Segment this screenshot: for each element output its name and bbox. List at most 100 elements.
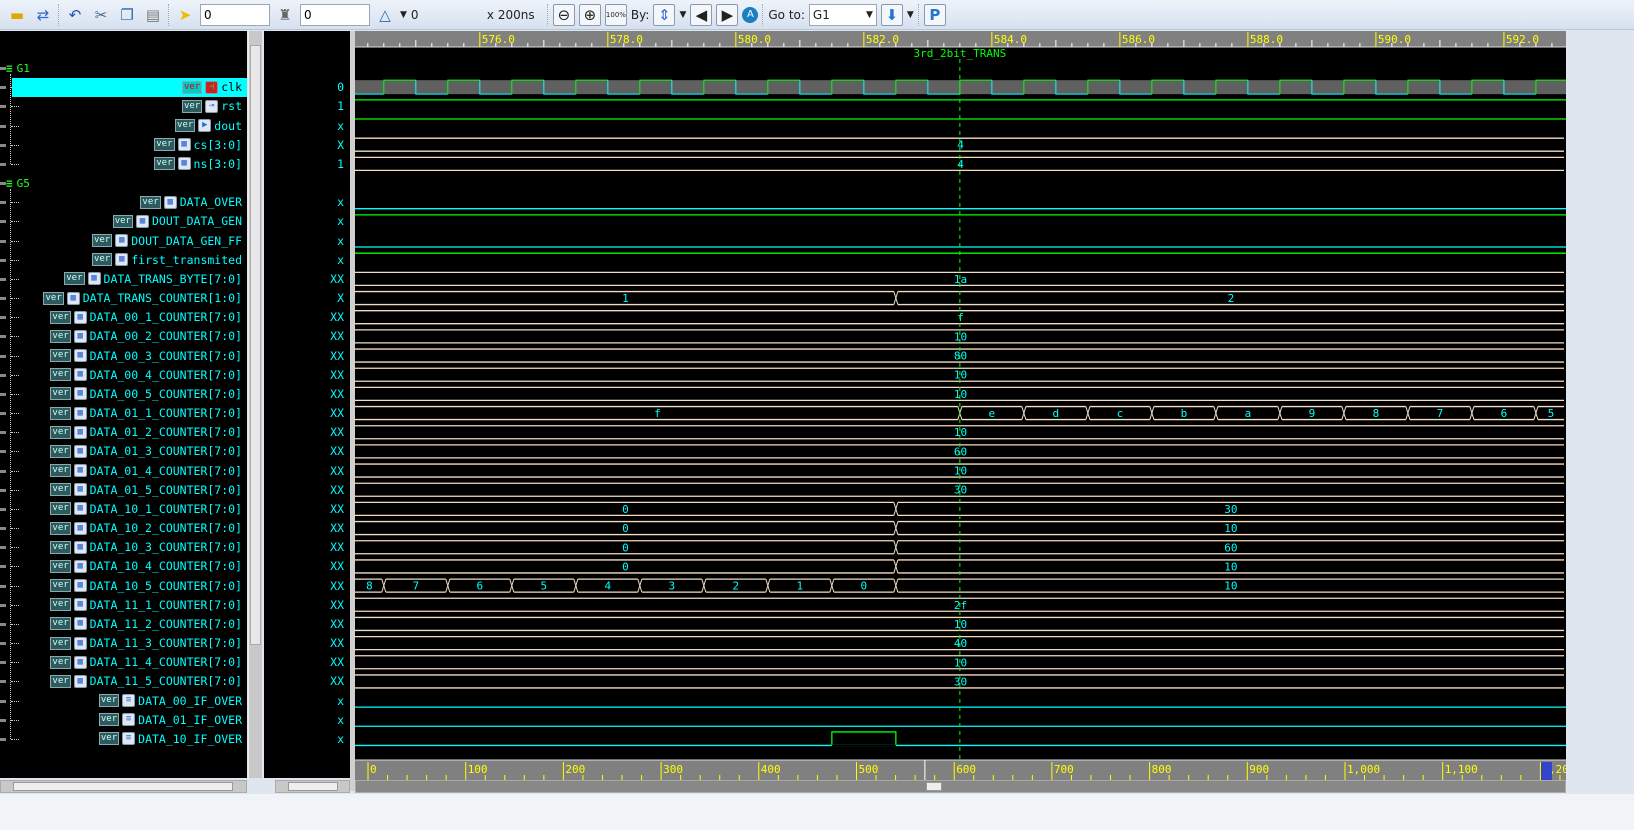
bus-value: 0 bbox=[622, 541, 629, 554]
signal-row[interactable]: ver ▦ first_transmited bbox=[91, 250, 247, 269]
signal-value: XX bbox=[330, 463, 344, 478]
signal-row[interactable]: ver ≡ DATA_10_IF_OVER bbox=[98, 729, 247, 748]
signal-row[interactable]: ver ▦ DATA_10_5_COUNTER[7:0] bbox=[50, 576, 247, 595]
signal-name-panel: ≡ G1 ver ⊣ clk ver ⊸ rst ver ▶ dout ver ▦ cs[3:0] ver ▦… bbox=[0, 31, 247, 778]
signal-value: XX bbox=[330, 616, 344, 631]
signal-row[interactable]: ver ▦ DATA_00_4_COUNTER[7:0] bbox=[50, 365, 247, 384]
signal-value: x bbox=[337, 693, 344, 708]
undo-icon[interactable]: ↶ bbox=[64, 4, 86, 26]
signal-row[interactable]: ver ▦ DATA_11_2_COUNTER[7:0] bbox=[50, 614, 247, 633]
scrollbar-thumb[interactable] bbox=[250, 45, 261, 645]
signal-row[interactable]: ver ▦ ns[3:0] bbox=[154, 154, 247, 173]
signal-row[interactable]: ver ▦ DATA_10_3_COUNTER[7:0] bbox=[50, 538, 247, 557]
tree-tick bbox=[0, 258, 6, 262]
tree-tick bbox=[0, 373, 6, 377]
previous-edge-icon[interactable]: ◀ bbox=[690, 3, 713, 26]
register-icon: ▦ bbox=[73, 444, 87, 458]
cut-icon[interactable]: ✂ bbox=[90, 4, 112, 26]
download-dropdown-icon[interactable]: ▼ bbox=[907, 10, 914, 20]
overview-label: 800 bbox=[1152, 763, 1172, 776]
signal-name: DATA_00_5_COUNTER[7:0] bbox=[89, 386, 242, 401]
signal-row[interactable]: ver ▦ cs[3:0] bbox=[154, 135, 247, 154]
signal-row[interactable]: ver ≡ DATA_00_IF_OVER bbox=[98, 691, 247, 710]
name-panel-scrollbar[interactable] bbox=[248, 31, 262, 778]
signal-row[interactable]: ver ▦ DATA_10_4_COUNTER[7:0] bbox=[50, 557, 247, 576]
signal-row[interactable]: ver ▶ dout bbox=[175, 116, 247, 135]
signal-row[interactable]: ver ▦ DATA_OVER bbox=[140, 193, 247, 212]
signal-row[interactable]: ver ▦ DATA_00_2_COUNTER[7:0] bbox=[50, 327, 247, 346]
marker-time-input[interactable] bbox=[300, 3, 370, 26]
scrollbar-thumb[interactable] bbox=[13, 782, 233, 791]
bus-value: 10 bbox=[954, 618, 967, 631]
edge-dropdown-icon[interactable]: ▼ bbox=[679, 10, 686, 20]
signal-row[interactable]: ver ▦ DOUT_DATA_GEN bbox=[112, 212, 247, 231]
signal-row[interactable]: ver ▦ DATA_11_5_COUNTER[7:0] bbox=[50, 672, 247, 691]
signal-row[interactable]: ver ▦ DATA_11_3_COUNTER[7:0] bbox=[50, 634, 247, 653]
edge-search-icon[interactable]: ⇕ bbox=[653, 3, 676, 26]
signal-row[interactable]: ver ▦ DATA_00_5_COUNTER[7:0] bbox=[50, 384, 247, 403]
signal-row[interactable]: ver ▦ DATA_10_1_COUNTER[7:0] bbox=[50, 499, 247, 518]
net-icon: ≡ bbox=[122, 713, 136, 727]
overview-label: 500 bbox=[859, 763, 879, 776]
signal-value: 1 bbox=[337, 99, 344, 114]
name-horizontal-scrollbar[interactable] bbox=[0, 780, 247, 793]
signal-row[interactable]: ver ≡ DATA_01_IF_OVER bbox=[98, 710, 247, 729]
cursor-time-input[interactable] bbox=[200, 3, 270, 26]
signal-row[interactable]: ver ▦ DATA_10_2_COUNTER[7:0] bbox=[50, 519, 247, 538]
signal-row[interactable]: ver ▦ DATA_01_4_COUNTER[7:0] bbox=[50, 461, 247, 480]
register-icon: ▦ bbox=[73, 579, 87, 593]
zoom-100-button[interactable]: 100% bbox=[604, 3, 627, 26]
reload-icon[interactable]: ⇄ bbox=[32, 4, 54, 26]
zoom-in-icon[interactable]: ⊕ bbox=[578, 3, 601, 26]
bus-value: 6 bbox=[1501, 407, 1508, 420]
wave-horizontal-scrollbar[interactable] bbox=[355, 780, 1566, 793]
signal-row[interactable]: ver ⊣ clk bbox=[12, 77, 247, 97]
signal-row[interactable]: ver ▦ DATA_01_3_COUNTER[7:0] bbox=[50, 442, 247, 461]
tree-tick bbox=[0, 412, 6, 416]
overview-label: 400 bbox=[761, 763, 781, 776]
ver-badge: ver bbox=[50, 310, 71, 324]
copy-icon[interactable]: ❐ bbox=[116, 4, 138, 26]
download-icon[interactable]: ⬇ bbox=[880, 3, 903, 26]
signal-value: XX bbox=[330, 310, 344, 325]
signal-row[interactable]: ver ▦ DOUT_DATA_GEN_FF bbox=[91, 231, 247, 250]
open-folder-icon[interactable]: ▬ bbox=[6, 4, 28, 26]
signal-row[interactable]: ver ▦ DATA_11_1_COUNTER[7:0] bbox=[50, 595, 247, 614]
ruler-label: 584.0 bbox=[994, 33, 1027, 46]
ver-badge: ver bbox=[50, 425, 71, 439]
bus-value: 10 bbox=[954, 330, 967, 343]
ver-badge: ver bbox=[50, 483, 71, 497]
signal-row[interactable]: ver ▦ DATA_TRANS_BYTE[7:0] bbox=[64, 269, 247, 288]
tree-branch bbox=[11, 144, 19, 146]
signal-name: DATA_01_IF_OVER bbox=[138, 712, 242, 727]
tree-line bbox=[10, 189, 11, 739]
bus-value: 10 bbox=[1224, 580, 1237, 593]
waveform-view[interactable]: 576.0 578.0 580.0 582.0 584.0 586.0 588.0 590.0… bbox=[355, 31, 1566, 780]
annotation-icon[interactable]: A bbox=[742, 6, 759, 23]
tree-branch bbox=[11, 413, 19, 415]
signal-row[interactable]: ver ▦ DATA_01_5_COUNTER[7:0] bbox=[50, 480, 247, 499]
brush-icon[interactable]: ♜ bbox=[274, 4, 296, 26]
signal-row[interactable]: ver ▦ DATA_TRANS_COUNTER[1:0] bbox=[43, 289, 247, 308]
scrollbar-thumb[interactable] bbox=[926, 782, 942, 791]
signal-row[interactable]: ver ▦ DATA_01_2_COUNTER[7:0] bbox=[50, 423, 247, 442]
delta-dropdown-icon[interactable]: ▼ bbox=[400, 10, 407, 20]
bus-value: 2 bbox=[1228, 292, 1235, 305]
value-horizontal-scrollbar[interactable] bbox=[275, 780, 350, 793]
paste-icon[interactable]: ▤ bbox=[142, 4, 164, 26]
signal-row[interactable]: ver ⊸ rst bbox=[181, 97, 247, 116]
signal-row[interactable]: ver ▦ DATA_11_4_COUNTER[7:0] bbox=[50, 653, 247, 672]
zoom-out-icon[interactable]: ⊖ bbox=[552, 3, 575, 26]
p-icon[interactable]: P bbox=[923, 3, 946, 26]
signal-row[interactable]: ver ▦ DATA_00_1_COUNTER[7:0] bbox=[50, 308, 247, 327]
tree-branch bbox=[11, 317, 19, 319]
cursor-icon[interactable]: ➤ bbox=[174, 4, 196, 26]
signal-row[interactable]: ver ▦ DATA_01_1_COUNTER[7:0] bbox=[50, 404, 247, 423]
signal-row[interactable]: ver ▦ DATA_00_3_COUNTER[7:0] bbox=[50, 346, 247, 365]
next-edge-icon[interactable]: ▶ bbox=[716, 3, 739, 26]
goto-select[interactable]: G1 ▼ bbox=[808, 3, 877, 26]
scrollbar-thumb[interactable] bbox=[288, 782, 338, 791]
signal-value: x bbox=[337, 195, 344, 210]
overview-viewport[interactable] bbox=[1541, 762, 1552, 780]
ver-badge: ver bbox=[181, 99, 203, 113]
